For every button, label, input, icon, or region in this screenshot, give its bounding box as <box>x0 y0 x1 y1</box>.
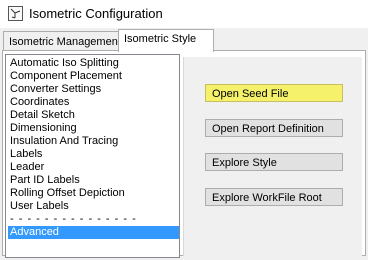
list-item[interactable]: Rolling Offset Depiction <box>8 187 179 200</box>
open-report-definition-button[interactable]: Open Report Definition <box>205 119 343 137</box>
list-item-advanced[interactable]: Advanced <box>8 226 179 239</box>
open-seed-file-button[interactable]: Open Seed File <box>205 84 343 102</box>
list-item[interactable]: Component Placement <box>8 70 179 83</box>
list-item[interactable]: Detail Sketch <box>8 109 179 122</box>
list-separator: - - - - - - - - - - - - - - - <box>10 213 137 225</box>
list-item[interactable]: Converter Settings <box>8 83 179 96</box>
tab-isometric-management[interactable]: Isometric Management <box>3 31 127 50</box>
title-bar: Isometric Configuration <box>0 0 368 28</box>
list-item[interactable]: User Labels <box>8 200 179 213</box>
list-item[interactable]: Part ID Labels <box>8 174 179 187</box>
list-item[interactable]: Leader <box>8 161 179 174</box>
list-item[interactable]: Coordinates <box>8 96 179 109</box>
list-item[interactable]: Insulation And Tracing <box>8 135 179 148</box>
window-title: Isometric Configuration <box>29 6 163 21</box>
explore-workfile-root-button[interactable]: Explore WorkFile Root <box>205 188 343 206</box>
list-item[interactable]: Labels <box>8 148 179 161</box>
application-icon <box>8 6 23 21</box>
list-item[interactable]: Automatic Iso Splitting <box>8 57 179 70</box>
explore-style-button[interactable]: Explore Style <box>205 153 343 171</box>
style-category-list[interactable]: Automatic Iso Splitting Component Placem… <box>5 54 180 258</box>
actions-pane: Open Seed File Open Report Definition Ex… <box>183 57 362 256</box>
list-item[interactable]: Dimensioning <box>8 122 179 135</box>
tab-isometric-style[interactable]: Isometric Style <box>118 29 214 52</box>
